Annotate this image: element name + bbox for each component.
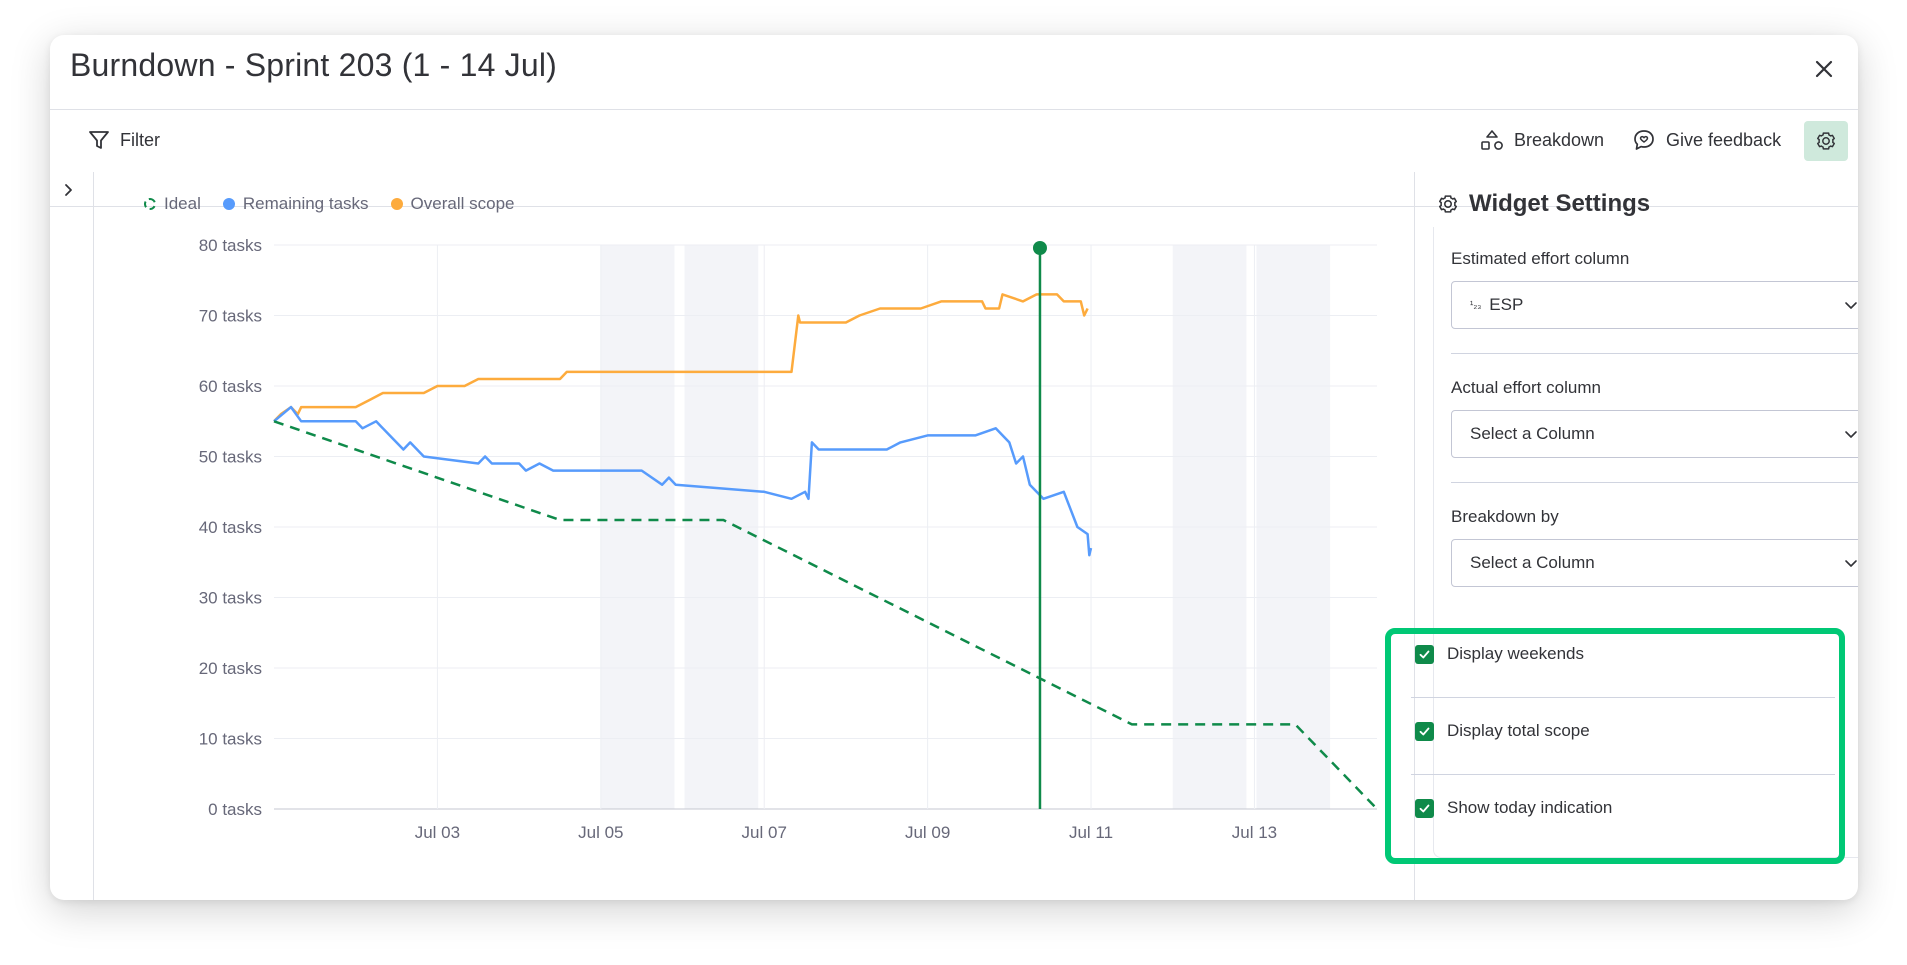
give-feedback-button[interactable]: Give feedback <box>1632 110 1781 170</box>
chart-area: Ideal Remaining tasks Overall scope 0 ta… <box>94 172 1414 900</box>
burndown-chart: 0 tasks 10 tasks 20 tasks 30 tasks 40 tasks 5… <box>94 172 1414 900</box>
x-tick-label: Jul 11 <box>1069 823 1113 842</box>
separator <box>1451 353 1858 354</box>
breakdown-by-value: Select a Column <box>1470 553 1595 573</box>
filter-button[interactable]: Filter <box>88 110 160 170</box>
modal-title: Burndown - Sprint 203 (1 - 14 Jul) <box>70 47 557 84</box>
feedback-label: Give feedback <box>1666 130 1781 151</box>
separator <box>1411 774 1835 775</box>
panel-title-label: Widget Settings <box>1469 190 1650 218</box>
gear-icon <box>1437 193 1459 215</box>
estimated-effort-select[interactable]: ¹₂₃ ESP <box>1451 281 1858 329</box>
series-remaining-tasks <box>274 407 1091 555</box>
display-options-highlight: Display weekends Display total scope Sho… <box>1385 628 1845 864</box>
separator <box>1451 482 1858 483</box>
close-button[interactable] <box>1808 53 1840 85</box>
y-tick-label: 0 tasks <box>208 800 262 819</box>
x-tick-label: Jul 07 <box>742 823 787 842</box>
panel-title: Widget Settings <box>1437 190 1650 218</box>
y-tick-label: 50 tasks <box>199 448 262 467</box>
close-icon <box>1813 58 1835 80</box>
breakdown-by-label: Breakdown by <box>1451 507 1559 527</box>
filter-icon <box>88 129 110 151</box>
chevron-down-icon <box>1842 554 1858 572</box>
y-tick-label: 10 tasks <box>199 730 262 749</box>
checkbox-checked-icon <box>1415 799 1434 818</box>
breakdown-label: Breakdown <box>1514 130 1604 151</box>
y-tick-label: 20 tasks <box>199 659 262 678</box>
display-weekends-label: Display weekends <box>1447 644 1584 664</box>
chevron-down-icon <box>1842 425 1858 443</box>
breakdown-by-select[interactable]: Select a Column <box>1451 539 1858 587</box>
checkbox-checked-icon <box>1415 722 1434 741</box>
breakdown-icon <box>1480 129 1504 151</box>
display-weekends-checkbox[interactable]: Display weekends <box>1415 644 1584 664</box>
y-tick-label: 30 tasks <box>199 589 262 608</box>
actual-effort-value: Select a Column <box>1470 424 1595 444</box>
chevron-down-icon <box>1842 296 1858 314</box>
chevron-right-icon <box>60 182 76 198</box>
left-rail <box>50 172 94 900</box>
y-tick-label: 40 tasks <box>199 518 262 537</box>
modal-header: Burndown - Sprint 203 (1 - 14 Jul) <box>50 35 1858 110</box>
series-overall-scope <box>274 294 1088 421</box>
breakdown-button[interactable]: Breakdown <box>1480 110 1604 170</box>
y-tick-label: 60 tasks <box>199 377 262 396</box>
x-tick-label: Jul 09 <box>905 823 950 842</box>
number-column-icon: ¹₂₃ <box>1470 300 1481 311</box>
separator <box>1411 697 1835 698</box>
actual-effort-label: Actual effort column <box>1451 378 1601 398</box>
x-tick-label: Jul 05 <box>578 823 623 842</box>
show-today-indication-label: Show today indication <box>1447 798 1612 818</box>
display-total-scope-checkbox[interactable]: Display total scope <box>1415 721 1590 741</box>
x-tick-label: Jul 03 <box>415 823 460 842</box>
expand-rail-button[interactable] <box>60 182 76 203</box>
show-today-indication-checkbox[interactable]: Show today indication <box>1415 798 1612 818</box>
gear-icon <box>1815 130 1837 152</box>
settings-button[interactable] <box>1804 121 1848 161</box>
estimated-effort-label: Estimated effort column <box>1451 249 1629 269</box>
filter-label: Filter <box>120 130 160 151</box>
y-tick-label: 70 tasks <box>199 307 262 326</box>
x-tick-label: Jul 13 <box>1232 823 1277 842</box>
today-indicator-dot <box>1033 241 1047 255</box>
display-total-scope-label: Display total scope <box>1447 721 1590 741</box>
estimated-effort-value: ESP <box>1489 295 1523 315</box>
y-tick-label: 80 tasks <box>199 236 262 255</box>
checkbox-checked-icon <box>1415 645 1434 664</box>
feedback-icon <box>1632 128 1656 152</box>
actual-effort-select[interactable]: Select a Column <box>1451 410 1858 458</box>
